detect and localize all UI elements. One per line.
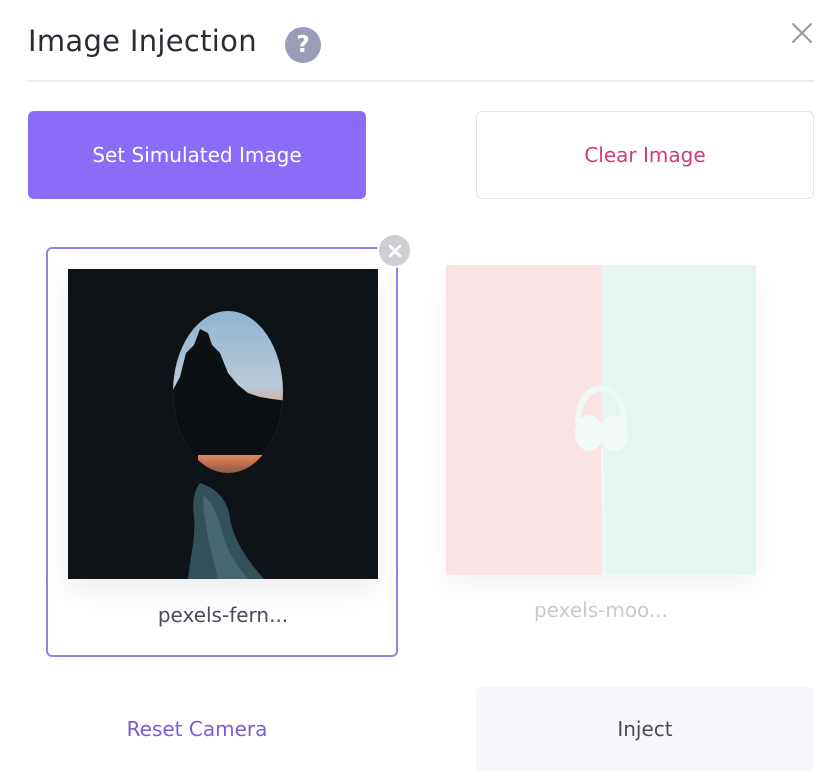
- image-injection-dialog: Image Injection ? Set Simulated Image Cl…: [0, 0, 838, 783]
- clear-image-button[interactable]: Clear Image: [476, 111, 814, 199]
- reset-camera-button[interactable]: Reset Camera: [28, 687, 366, 771]
- remove-image-icon[interactable]: [377, 233, 412, 268]
- image-thumbnail-headphones[interactable]: [446, 265, 756, 575]
- inject-button[interactable]: Inject: [476, 687, 814, 771]
- image-thumbnail-fern[interactable]: [68, 269, 378, 579]
- help-icon[interactable]: ?: [285, 27, 321, 63]
- dialog-title: Image Injection: [28, 24, 257, 58]
- header-divider: [28, 80, 814, 82]
- image-caption: pexels-fern...: [157, 603, 289, 627]
- image-caption: pexels-moo...: [533, 598, 669, 622]
- close-icon[interactable]: [790, 21, 814, 45]
- set-simulated-image-button[interactable]: Set Simulated Image: [28, 111, 366, 199]
